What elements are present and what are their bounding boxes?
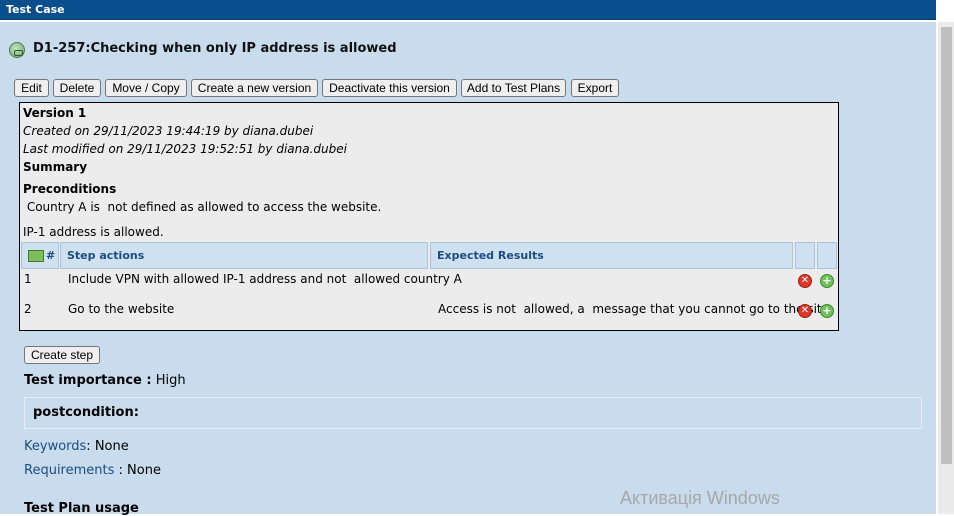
requirements-value: None [127, 463, 161, 478]
create-step-button[interactable]: Create step [24, 346, 100, 364]
requirements-link[interactable]: Requirements [24, 463, 114, 478]
postcondition-label: postcondition: [33, 405, 139, 420]
add-to-test-plans-button[interactable]: Add to Test Plans [461, 79, 566, 97]
step-header-blank-1 [795, 242, 815, 269]
reorder-steps-icon[interactable] [28, 250, 44, 262]
move-copy-button[interactable]: Move / Copy [105, 79, 187, 97]
scrollbar-thumb[interactable] [941, 27, 952, 464]
step-number-1: 1 [24, 272, 32, 286]
export-button[interactable]: Export [571, 79, 619, 97]
delete-step-icon[interactable]: ✕ [798, 274, 812, 288]
add-step-icon[interactable]: + [820, 274, 834, 288]
keywords-colon: : [86, 439, 91, 454]
edit-button[interactable]: Edit [14, 79, 49, 97]
requirements-colon: : [114, 463, 123, 478]
requirements-row: Requirements : None [24, 463, 161, 478]
postcondition-box [24, 397, 922, 429]
step-actions-header: Step actions [60, 242, 428, 269]
version-label: Version 1 [23, 106, 87, 120]
windows-activation-watermark: Активація Windows [620, 488, 780, 508]
test-importance: Test importance : High [24, 373, 186, 388]
number-column-label: # [46, 249, 56, 262]
precondition-text-2: IP-1 address is allowed. [23, 225, 164, 239]
step-number-2: 2 [24, 302, 32, 316]
deactivate-version-button[interactable]: Deactivate this version [322, 79, 457, 97]
create-new-version-button[interactable]: Create a new version [191, 79, 318, 97]
preconditions-label: Preconditions [23, 182, 117, 196]
last-modified-text: Last modified on 29/11/2023 19:52:51 by … [23, 142, 347, 156]
expected-results-header: Expected Results [430, 242, 793, 269]
add-step-icon[interactable]: + [820, 304, 834, 318]
precondition-text-1: Country A is not defined as allowed to a… [23, 200, 382, 214]
testcase-title: D1-257:Checking when only IP address is … [33, 41, 397, 56]
step-expected-2: Access is not allowed, a message that yo… [438, 302, 829, 316]
delete-step-icon[interactable]: ✕ [798, 304, 812, 318]
delete-button[interactable]: Delete [53, 79, 101, 97]
created-on-text: Created on 29/11/2023 19:44:19 by diana.… [23, 124, 314, 138]
step-header-blank-2 [817, 242, 837, 269]
summary-label: Summary [23, 160, 88, 174]
step-action-1: Include VPN with allowed IP-1 address an… [68, 272, 462, 286]
step-action-2: Go to the website [68, 302, 175, 316]
testcase-icon [9, 42, 25, 58]
keywords-row: Keywords: None [24, 439, 129, 454]
keywords-link[interactable]: Keywords [24, 439, 86, 454]
keywords-value: None [94, 439, 129, 454]
step-number-header: # [21, 242, 59, 269]
test-importance-label: Test importance : [24, 373, 152, 388]
window-title: Test Case [0, 0, 936, 20]
test-importance-value: High [155, 373, 186, 388]
